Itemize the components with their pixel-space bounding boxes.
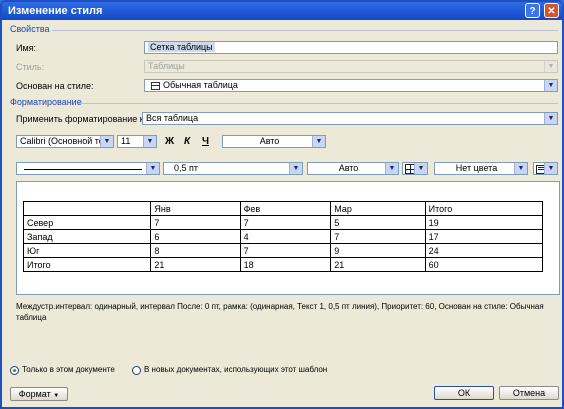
font-family-select[interactable]: Calibri (Основной текс ▼ [16,135,114,148]
name-input[interactable]: Сетка таблицы [144,41,558,54]
only-this-doc-label[interactable]: Только в этом документе [22,365,115,374]
style-type-select: Таблицы ▼ [144,60,558,73]
table-cell: 21 [150,257,241,272]
table-row: Север 7 7 5 19 [22,215,544,230]
chevron-down-icon: ▼ [143,136,156,147]
chevron-down-icon: ▼ [414,163,427,174]
name-label: Имя: [16,43,37,53]
chevron-down-icon: ▼ [312,136,325,147]
font-size-select[interactable]: 11 ▼ [117,135,157,148]
style-type-value: Таблицы [148,61,185,71]
table-icon [151,81,160,90]
window-title: Изменение стиля [8,5,103,17]
table-cell: 7 [239,215,332,230]
table-cell: 7 [150,215,241,230]
based-on-select[interactable]: Обычная таблица ▼ [144,79,558,92]
ok-button[interactable]: ОК [434,386,494,400]
preview-table: Янв Фев Мар Итого Север 7 7 5 19 Запад 6 4 7 17 Юг 8 7 9 2… [22,201,544,272]
font-size-value: 11 [121,136,131,146]
chevron-down-icon: ▼ [146,163,159,174]
line-style-preview [24,169,142,170]
properties-section-title: Свойства [10,24,50,34]
based-on-label: Основан на стиле: [16,81,94,91]
bold-button[interactable]: Ж [165,136,174,147]
line-width-select[interactable]: 0,5 пт ▼ [163,162,303,175]
title-bar: Изменение стиля ? ✕ [2,2,562,20]
chevron-down-icon: ▼ [544,113,557,124]
borders-button[interactable]: ▼ [402,162,428,175]
new-docs-radio[interactable] [132,366,141,375]
table-cell: 8 [150,243,241,258]
table-cell: Юг [22,243,152,258]
table-cell: 60 [424,257,544,272]
chevron-down-icon: ▼ [289,163,302,174]
align-button[interactable]: ▼ [533,162,558,175]
chevron-down-icon: ▼ [514,163,527,174]
table-cell: 4 [239,229,332,244]
formatting-section-title: Форматирование [10,97,82,107]
shading-select[interactable]: Нет цвета ▼ [434,162,528,175]
chevron-down-icon: ▼ [544,80,557,91]
chevron-down-icon: ▼ [544,163,557,174]
table-cell: Итого [22,257,152,272]
table-cell: 6 [150,229,241,244]
italic-button[interactable]: К [184,136,190,147]
line-style-select[interactable]: ▼ [16,162,160,175]
table-cell: Север [22,215,152,230]
table-cell: Фев [239,201,332,216]
chevron-down-icon: ▼ [53,393,60,399]
apply-to-value: Вся таблица [146,113,199,123]
cancel-button[interactable]: Отмена [499,386,559,400]
table-cell [22,201,152,216]
style-description: Междустр.интервал: одинарный, интервал П… [16,302,544,322]
chevron-down-icon: ▼ [100,136,113,147]
font-color-value: Авто [259,136,280,146]
underline-button[interactable]: Ч [202,136,209,147]
properties-divider [52,30,558,31]
only-this-doc-radio[interactable] [10,366,19,375]
table-row: Итого 21 18 21 60 [22,257,544,272]
style-type-label: Стиль: [16,62,45,72]
shading-value: Нет цвета [455,163,498,173]
formatting-divider [78,103,558,104]
format-button[interactable]: Формат ▼ [10,387,68,401]
chevron-down-icon: ▼ [385,163,398,174]
line-width-value: 0,5 пт [174,163,199,173]
table-cell: 19 [424,215,544,230]
new-docs-label[interactable]: В новых документах, использующих этот ша… [144,365,327,374]
style-dialog: Изменение стиля ? ✕ Свойства Имя: Сетка … [0,0,564,409]
table-cell: 17 [424,229,544,244]
ok-button-label: ОК [457,388,471,398]
table-cell: Мар [330,201,426,216]
table-cell: 18 [239,257,332,272]
table-header-row: Янв Фев Мар Итого [22,201,544,216]
close-button[interactable]: ✕ [544,3,559,18]
table-cell: 7 [239,243,332,258]
help-button[interactable]: ? [525,3,540,18]
table-cell: 21 [330,257,426,272]
table-cell: 7 [330,229,426,244]
border-color-value: Авто [338,163,359,173]
format-button-label: Формат [18,389,51,399]
font-family-value: Calibri (Основной текс [20,136,113,146]
table-cell: Запад [22,229,152,244]
font-color-select[interactable]: Авто ▼ [222,135,326,148]
cancel-button-label: Отмена [512,388,546,398]
table-row: Запад 6 4 7 17 [22,229,544,244]
apply-to-label: Применить форматирование к: [16,114,147,124]
chevron-down-icon: ▼ [544,61,557,72]
name-input-value: Сетка таблицы [148,42,215,52]
table-cell: 24 [424,243,544,258]
table-cell: 9 [330,243,426,258]
apply-to-select[interactable]: Вся таблица ▼ [142,112,558,125]
table-cell: Янв [150,201,241,216]
table-cell: 5 [330,215,426,230]
border-color-select[interactable]: Авто ▼ [307,162,399,175]
table-row: Юг 8 7 9 24 [22,243,544,258]
table-preview: Янв Фев Мар Итого Север 7 7 5 19 Запад 6 4 7 17 Юг 8 7 9 2… [16,181,560,295]
table-cell: Итого [424,201,544,216]
based-on-value: Обычная таблица [163,80,238,90]
